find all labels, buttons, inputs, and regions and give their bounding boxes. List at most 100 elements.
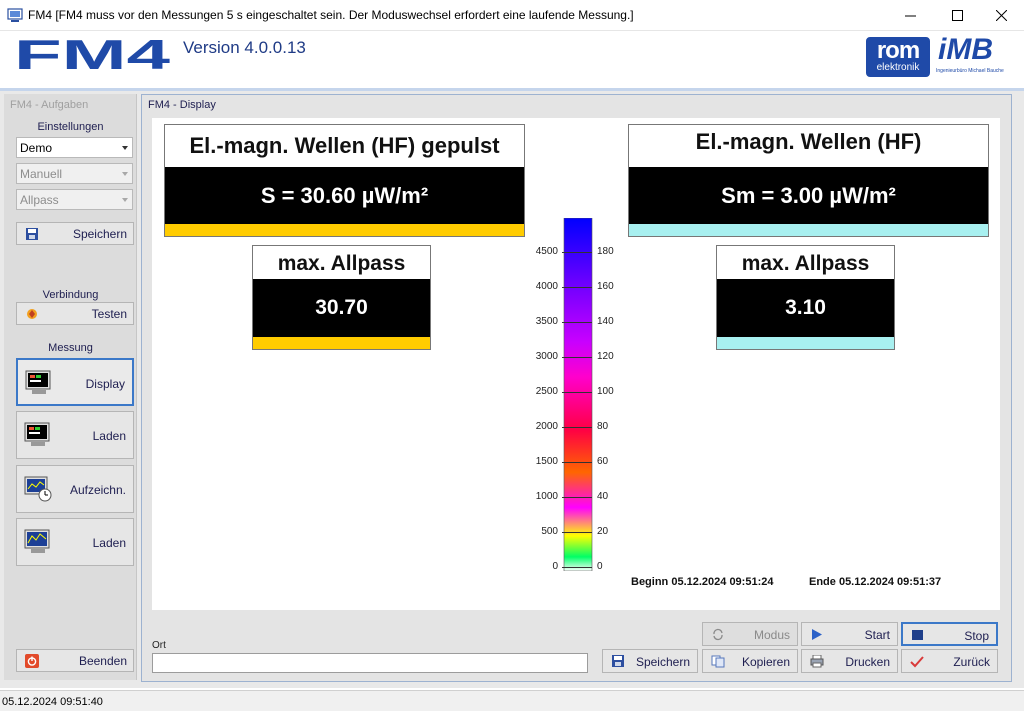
scale-right-tick: 0 [597,561,603,572]
minimize-icon [904,15,916,16]
pulsed-max-heading: max. Allpass [277,252,406,275]
display-panel: FM4 - Display El.-magn. Wellen (HF) gepu… [141,94,1012,682]
stop-icon [912,630,923,640]
display-label: Display [85,377,125,391]
connection-test-icon [27,309,37,319]
stop-button[interactable]: Stop [901,622,998,646]
record-label: Aufzeichn. [69,483,126,497]
close-button[interactable] [978,0,1024,30]
test-connection-label: Testen [91,307,127,321]
manual-combo-value: Manuell [20,167,63,181]
status-bar: 05.12.2024 09:51:40 [0,690,1024,711]
pulsed-hf-heading: El.-magn. Wellen (HF) gepulst [189,133,500,158]
pulsed-max-strip [253,337,430,349]
print-label: Drucken [845,655,890,669]
scale-tick-mark [562,252,592,253]
scale-tick-mark [562,322,592,323]
display-canvas: El.-magn. Wellen (HF) gepulst S = 30.60 … [152,118,1000,610]
monitor-display-icon [25,370,51,394]
task-sidebar: FM4 - Aufgaben Einstellungen Demo Manuel… [4,94,137,680]
verbindung-label: Verbindung [42,289,99,301]
load-recording-button[interactable]: Laden [16,518,134,566]
save-button[interactable]: Speichern [602,649,698,673]
einstellungen-label: Einstellungen [37,121,104,133]
minimize-button[interactable] [887,0,933,30]
scale-left-tick: 1000 [535,491,558,502]
start-button[interactable]: Start [801,622,898,646]
record-button[interactable]: Aufzeichn. [16,465,134,513]
back-button[interactable]: Zurück [901,649,998,673]
color-scale-bar [563,218,593,571]
filter-combo-value: Allpass [20,193,59,207]
mode-label: Modus [753,628,790,642]
power-icon [25,654,39,668]
location-input[interactable] [152,653,588,673]
imb-logo: iMB Ingenieurbüro Michael Bauche [936,33,1004,74]
test-connection-button[interactable]: Testen [16,302,134,325]
scale-left-tick: 3000 [535,351,558,362]
manual-combo[interactable]: Manuell [16,163,133,184]
checkmark-icon [910,656,924,668]
fm4-logo: FM4 [14,35,171,75]
svg-text:FM4: FM4 [14,35,171,75]
pulsed-hf-strip [165,224,524,236]
refresh-icon [713,628,723,641]
floppy-disk-icon [26,228,38,240]
save-settings-button[interactable]: Speichern [16,222,134,245]
title-bar: FM4 [FM4 muss vor den Messungen 5 s eing… [0,0,1024,31]
monitor-chart-icon [24,529,50,553]
scale-tick-mark [562,357,592,358]
chevron-down-icon [122,198,128,202]
exit-button[interactable]: Beenden [16,649,134,672]
load-data-button[interactable]: Laden [16,411,134,459]
scale-tick-mark [562,427,592,428]
scale-right-tick: 40 [597,491,609,502]
floppy-disk-icon [612,655,624,667]
scale-left-tick: 2500 [535,386,558,397]
print-button[interactable]: Drucken [801,649,898,673]
scale-left-tick: 3500 [535,316,558,327]
display-button[interactable]: Display [16,358,134,406]
scale-left-tick: 0 [552,561,558,572]
pulsed-max-box: max. Allpass 30.70 [252,245,431,350]
copy-icon [711,655,725,668]
back-label: Zurück [953,655,990,669]
scale-right-tick: 80 [597,421,609,432]
maximize-button[interactable] [934,0,980,30]
fm4-app-icon [7,8,23,22]
continuous-hf-box: El.-magn. Wellen (HF) Sm = 3.00 µW/m² [628,124,989,237]
scale-left-tick: 500 [541,526,558,537]
maximize-icon [951,9,963,21]
scale-tick-mark [562,392,592,393]
scale-left-tick: 4500 [535,246,558,257]
scale-right-tick: 60 [597,456,609,467]
scale-tick-mark [562,497,592,498]
load-data-label: Laden [92,429,126,443]
chevron-down-icon [122,172,128,176]
monitor-clock-icon [24,476,52,502]
printer-icon [810,655,824,668]
scale-left-tick: 1500 [535,456,558,467]
panel-title: FM4 - Display [148,99,216,111]
mode-button[interactable]: Modus [702,622,798,646]
scale-left-tick: 2000 [535,421,558,432]
scale-right-tick: 160 [597,281,614,292]
start-time: Beginn 05.12.2024 09:51:24 [631,576,774,588]
scale-right-tick: 100 [597,386,614,397]
rom-elektronik-logo: rom elektronik [866,37,930,77]
copy-button[interactable]: Kopieren [702,649,798,673]
status-datetime: 05.12.2024 09:51:40 [2,696,103,708]
filter-combo[interactable]: Allpass [16,189,133,210]
stop-label: Stop [964,629,989,643]
save-label: Speichern [635,655,690,669]
mode-combo[interactable]: Demo [16,137,133,158]
continuous-max-box: max. Allpass 3.10 [716,245,895,350]
end-time: Ende 05.12.2024 09:51:37 [809,576,942,588]
scale-tick-mark [562,462,592,463]
close-icon [995,9,1007,21]
scale-left-tick: 4000 [535,281,558,292]
version-label: Version 4.0.0.13 [183,38,306,57]
window-title: FM4 [FM4 muss vor den Messungen 5 s eing… [28,8,634,22]
exit-label: Beenden [78,654,127,668]
start-label: Start [864,628,890,642]
